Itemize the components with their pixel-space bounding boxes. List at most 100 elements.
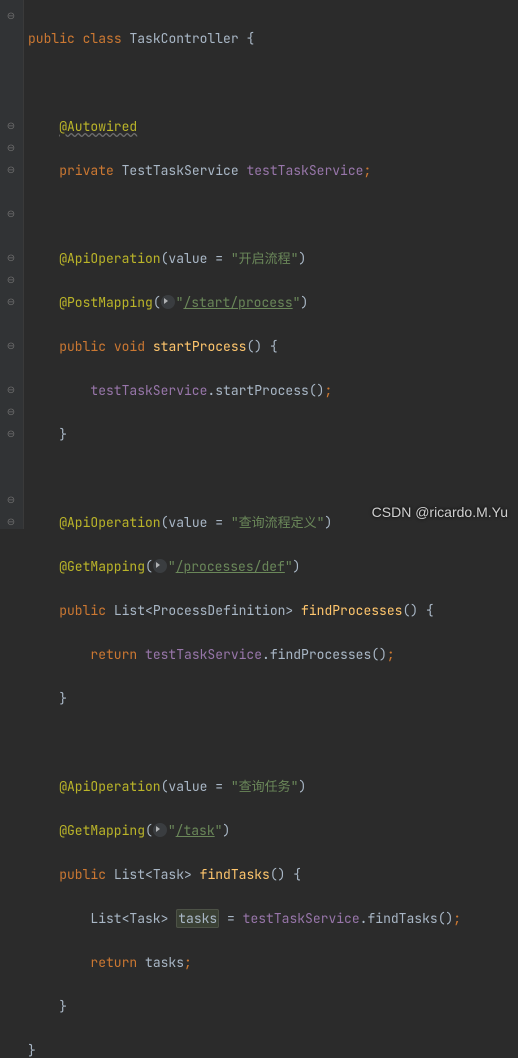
code-line[interactable]: } xyxy=(24,996,518,1018)
parens: () xyxy=(438,910,454,927)
string-literal: "查询流程定义" xyxy=(231,514,325,531)
parens: () xyxy=(270,866,286,883)
code-line[interactable]: return tasks; xyxy=(24,952,518,974)
http-method-icon[interactable] xyxy=(153,559,167,573)
fold-icon[interactable]: ⊖ xyxy=(4,427,18,441)
paren: ) xyxy=(222,822,230,839)
method-call: findProcesses xyxy=(270,646,371,663)
paren: ) xyxy=(324,514,332,531)
brace: { xyxy=(293,866,301,883)
code-line[interactable]: @ApiOperation(value = "查询任务") xyxy=(24,776,518,798)
semicolon: ; xyxy=(363,162,371,179)
field-ref: testTaskService xyxy=(145,646,262,663)
field: testTaskService xyxy=(246,162,363,179)
code-line[interactable]: private TestTaskService testTaskService; xyxy=(24,160,518,182)
fold-icon[interactable]: ⊖ xyxy=(4,163,18,177)
parens: () xyxy=(371,646,387,663)
code-line[interactable]: } xyxy=(24,688,518,710)
annotation: @ApiOperation xyxy=(59,250,160,267)
http-method-icon[interactable] xyxy=(161,295,175,309)
annotation: @Autowired xyxy=(59,118,137,135)
keyword: class xyxy=(83,30,122,47)
code-line[interactable]: @Autowired xyxy=(24,116,518,138)
quote: " xyxy=(215,822,223,839)
field-ref: testTaskService xyxy=(90,382,207,399)
fold-icon[interactable]: ⊖ xyxy=(4,515,18,529)
keyword: public xyxy=(59,866,106,883)
code-line[interactable]: public List<ProcessDefinition> findProce… xyxy=(24,600,518,622)
fold-icon[interactable]: ⊖ xyxy=(4,207,18,221)
fold-icon[interactable]: ⊖ xyxy=(4,9,18,23)
method-name: startProcess xyxy=(153,338,247,355)
parens: () xyxy=(402,602,418,619)
fold-icon[interactable]: ⊖ xyxy=(4,273,18,287)
paren: ) xyxy=(298,250,306,267)
dot: . xyxy=(262,646,270,663)
code-line[interactable]: public class TaskController { xyxy=(24,28,518,50)
http-method-icon[interactable] xyxy=(153,823,167,837)
string-literal: "查询任务" xyxy=(231,778,299,795)
keyword: private xyxy=(59,162,114,179)
fold-icon[interactable]: ⊖ xyxy=(4,405,18,419)
quote: " xyxy=(168,558,176,575)
code-line[interactable]: @GetMapping("/processes/def") xyxy=(24,556,518,578)
local-var: tasks xyxy=(145,954,184,971)
annotation: @GetMapping xyxy=(59,822,145,839)
code-line[interactable]: @ApiOperation(value = "开启流程") xyxy=(24,248,518,270)
method-call: startProcess xyxy=(215,382,309,399)
method-name: findTasks xyxy=(200,866,270,883)
paren: ) xyxy=(300,294,308,311)
url-path[interactable]: /start/process xyxy=(183,294,292,311)
return-type: List<ProcessDefinition> xyxy=(114,602,293,619)
code-line[interactable]: testTaskService.startProcess(); xyxy=(24,380,518,402)
fold-icon[interactable]: ⊖ xyxy=(4,295,18,309)
code-line[interactable]: return testTaskService.findProcesses(); xyxy=(24,644,518,666)
code-line[interactable]: List<Task> tasks = testTaskService.findT… xyxy=(24,908,518,930)
code-line[interactable]: public List<Task> findTasks() { xyxy=(24,864,518,886)
brace: { xyxy=(246,30,254,47)
paren: ( xyxy=(161,778,169,795)
annotation: @PostMapping xyxy=(59,294,153,311)
code-line[interactable]: public void startProcess() { xyxy=(24,336,518,358)
type: TestTaskService xyxy=(122,162,239,179)
fold-icon[interactable]: ⊖ xyxy=(4,141,18,155)
keyword: void xyxy=(114,338,145,355)
fold-icon[interactable]: ⊖ xyxy=(4,493,18,507)
code-line[interactable]: @GetMapping("/task") xyxy=(24,820,518,842)
equals: = xyxy=(219,910,242,927)
paren: ) xyxy=(298,778,306,795)
param-name: value xyxy=(168,514,207,531)
quote: " xyxy=(285,558,293,575)
code-line[interactable]: } xyxy=(24,424,518,446)
param-name: value xyxy=(168,250,207,267)
code-line[interactable] xyxy=(24,468,518,490)
local-type: List<Task> xyxy=(90,910,168,927)
fold-icon[interactable]: ⊖ xyxy=(4,383,18,397)
url-path[interactable]: /task xyxy=(176,822,215,839)
code-line[interactable]: } xyxy=(24,1040,518,1058)
keyword: public xyxy=(59,602,106,619)
semicolon: ; xyxy=(453,910,461,927)
local-var: tasks xyxy=(176,909,219,928)
equals: = xyxy=(207,250,230,267)
brace: } xyxy=(59,690,67,707)
code-area[interactable]: public class TaskController { @Autowired… xyxy=(24,0,518,1058)
keyword: public xyxy=(59,338,106,355)
semicolon: ; xyxy=(324,382,332,399)
fold-icon[interactable]: ⊖ xyxy=(4,119,18,133)
code-line[interactable]: @PostMapping("/start/process") xyxy=(24,292,518,314)
fold-icon[interactable]: ⊖ xyxy=(4,251,18,265)
code-line[interactable] xyxy=(24,204,518,226)
param-name: value xyxy=(168,778,207,795)
brace: { xyxy=(270,338,278,355)
semicolon: ; xyxy=(387,646,395,663)
code-line[interactable] xyxy=(24,732,518,754)
url-path[interactable]: /processes/def xyxy=(176,558,285,575)
editor-gutter: ⊖ ⊖ ⊖ ⊖ ⊖ ⊖ ⊖ ⊖ ⊖ ⊖ ⊖ ⊖ ⊖ ⊖ xyxy=(0,0,24,529)
fold-icon[interactable]: ⊖ xyxy=(4,339,18,353)
equals: = xyxy=(207,778,230,795)
code-line[interactable] xyxy=(24,72,518,94)
parens: () xyxy=(246,338,262,355)
paren: ( xyxy=(145,822,153,839)
method-call: findTasks xyxy=(367,910,437,927)
